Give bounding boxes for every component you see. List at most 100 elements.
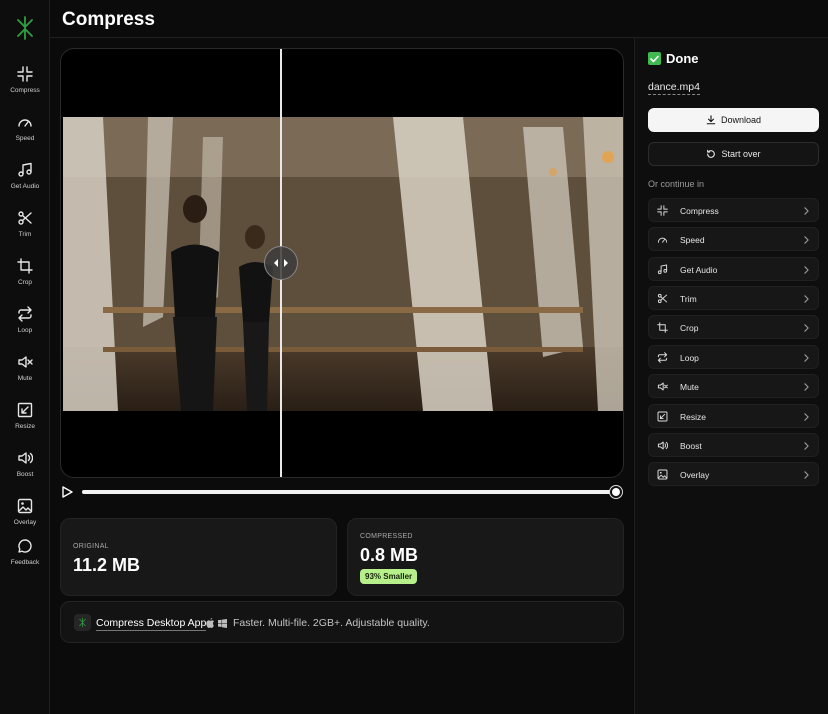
loop-icon <box>657 352 668 363</box>
sidebar-item-label: Trim <box>18 231 32 238</box>
sidebar-item-mute[interactable]: Mute <box>0 354 50 394</box>
compressed-size-card: COMPRESSED 0.8 MB 93% Smaller <box>347 518 624 596</box>
sidebar-item-label: Speed <box>15 135 35 142</box>
tool-mute[interactable]: Mute <box>648 374 819 398</box>
chevron-right-icon <box>803 207 810 215</box>
sidebar-item-loop[interactable]: Loop <box>0 306 50 346</box>
download-button[interactable]: Download <box>648 108 819 132</box>
sidebar-item-label: Get Audio <box>10 183 40 190</box>
tool-label: Trim <box>680 294 697 304</box>
restart-icon <box>707 149 716 158</box>
tool-label: Crop <box>680 323 699 333</box>
promo-description: Faster. Multi-file. 2GB+. Adjustable qua… <box>233 617 430 629</box>
sidebar-item-compress[interactable]: Compress <box>0 66 50 106</box>
sidebar-item-label: Boost <box>16 471 34 478</box>
sidebar-item-trim[interactable]: Trim <box>0 210 50 250</box>
app-logo-icon[interactable] <box>14 16 36 40</box>
desktop-app-link[interactable]: Compress Desktop App <box>96 617 207 631</box>
tool-label: Get Audio <box>680 265 718 275</box>
compressed-label: COMPRESSED <box>360 533 413 540</box>
crop-icon <box>657 322 668 333</box>
chevron-right-icon <box>803 442 810 450</box>
sidebar-item-resize[interactable]: Resize <box>0 402 50 442</box>
check-icon <box>648 52 661 65</box>
compress-icon <box>657 205 668 216</box>
music-icon <box>657 264 668 275</box>
app-logo-icon <box>74 614 91 631</box>
result-panel: Done dance.mp4 Download Start over Or co… <box>634 38 828 714</box>
chevron-right-icon <box>803 295 810 303</box>
chevron-right-icon <box>803 383 810 391</box>
video-frame <box>63 117 623 411</box>
progress-fill <box>82 490 616 494</box>
download-icon <box>706 115 716 125</box>
tool-boost[interactable]: Boost <box>648 433 819 457</box>
tool-crop[interactable]: Crop <box>648 315 819 339</box>
tool-loop[interactable]: Loop <box>648 345 819 369</box>
chevron-right-icon <box>803 324 810 332</box>
app-root: Compress Speed Get Audio Trim Crop Loop … <box>0 0 828 714</box>
tool-label: Compress <box>680 206 719 216</box>
tool-trim[interactable]: Trim <box>648 286 819 310</box>
sidebar-item-crop[interactable]: Crop <box>0 258 50 298</box>
tool-compress[interactable]: Compress <box>648 198 819 222</box>
resize-icon <box>17 402 33 418</box>
chevron-right-icon <box>803 266 810 274</box>
image-icon <box>657 469 668 480</box>
desktop-app-promo: Compress Desktop App Faster. Multi-file.… <box>60 601 624 643</box>
os-icons <box>206 618 227 630</box>
sidebar-item-speed[interactable]: Speed <box>0 114 50 154</box>
sidebar-item-feedback[interactable]: Feedback <box>0 538 50 578</box>
status-text: Done <box>666 51 699 66</box>
sidebar-item-boost[interactable]: Boost <box>0 450 50 490</box>
tool-label: Speed <box>680 235 705 245</box>
reduction-badge: 93% Smaller <box>360 569 418 584</box>
original-size-card: ORIGINAL 11.2 MB <box>60 518 337 596</box>
sidebar-item-label: Compress <box>10 87 40 94</box>
chevron-right-icon <box>803 354 810 362</box>
download-label: Download <box>720 115 762 125</box>
continue-heading: Or continue in <box>648 179 705 189</box>
tool-get-audio[interactable]: Get Audio <box>648 257 819 281</box>
scissors-icon <box>657 293 668 304</box>
original-label: ORIGINAL <box>73 543 109 550</box>
tool-resize[interactable]: Resize <box>648 404 819 428</box>
tool-label: Overlay <box>680 470 710 480</box>
sidebar-item-label: Resize <box>15 423 35 430</box>
sidebar-item-overlay[interactable]: Overlay <box>0 498 50 538</box>
chevron-right-icon <box>803 236 810 244</box>
tool-overlay[interactable]: Overlay <box>648 462 819 486</box>
start-over-label: Start over <box>721 149 761 159</box>
play-icon[interactable] <box>60 485 74 499</box>
resize-icon <box>657 411 668 422</box>
scissors-icon <box>17 210 33 226</box>
tool-speed[interactable]: Speed <box>648 227 819 251</box>
sidebar-item-get-audio[interactable]: Get Audio <box>0 162 50 202</box>
main-area: ORIGINAL 11.2 MB COMPRESSED 0.8 MB 93% S… <box>50 38 634 714</box>
video-scene <box>63 117 623 411</box>
comparison-handle[interactable] <box>264 246 298 280</box>
output-filename[interactable]: dance.mp4 <box>648 81 700 95</box>
sidebar-item-label: Overlay <box>13 519 37 526</box>
crop-icon <box>17 258 33 274</box>
header: Compress <box>50 0 828 38</box>
chevron-right-icon <box>803 471 810 479</box>
sidebar-item-label: Loop <box>17 327 33 334</box>
original-value: 11.2 MB <box>73 555 141 575</box>
sidebar-item-label: Feedback <box>10 559 40 566</box>
tool-label: Boost <box>680 441 702 451</box>
windows-icon <box>217 619 227 628</box>
speed-icon <box>17 114 33 130</box>
scrubber-knob[interactable] <box>610 486 622 498</box>
timeline <box>60 484 626 500</box>
loop-icon <box>17 306 33 322</box>
sidebar-item-label: Mute <box>17 375 33 382</box>
progress-track[interactable] <box>82 490 616 494</box>
compress-icon <box>17 66 33 82</box>
chevron-right-icon <box>803 413 810 421</box>
video-player[interactable] <box>60 48 624 478</box>
tool-label: Mute <box>680 382 699 392</box>
start-over-button[interactable]: Start over <box>648 142 819 166</box>
mute-icon <box>657 381 668 392</box>
sidebar: Compress Speed Get Audio Trim Crop Loop … <box>0 0 50 714</box>
